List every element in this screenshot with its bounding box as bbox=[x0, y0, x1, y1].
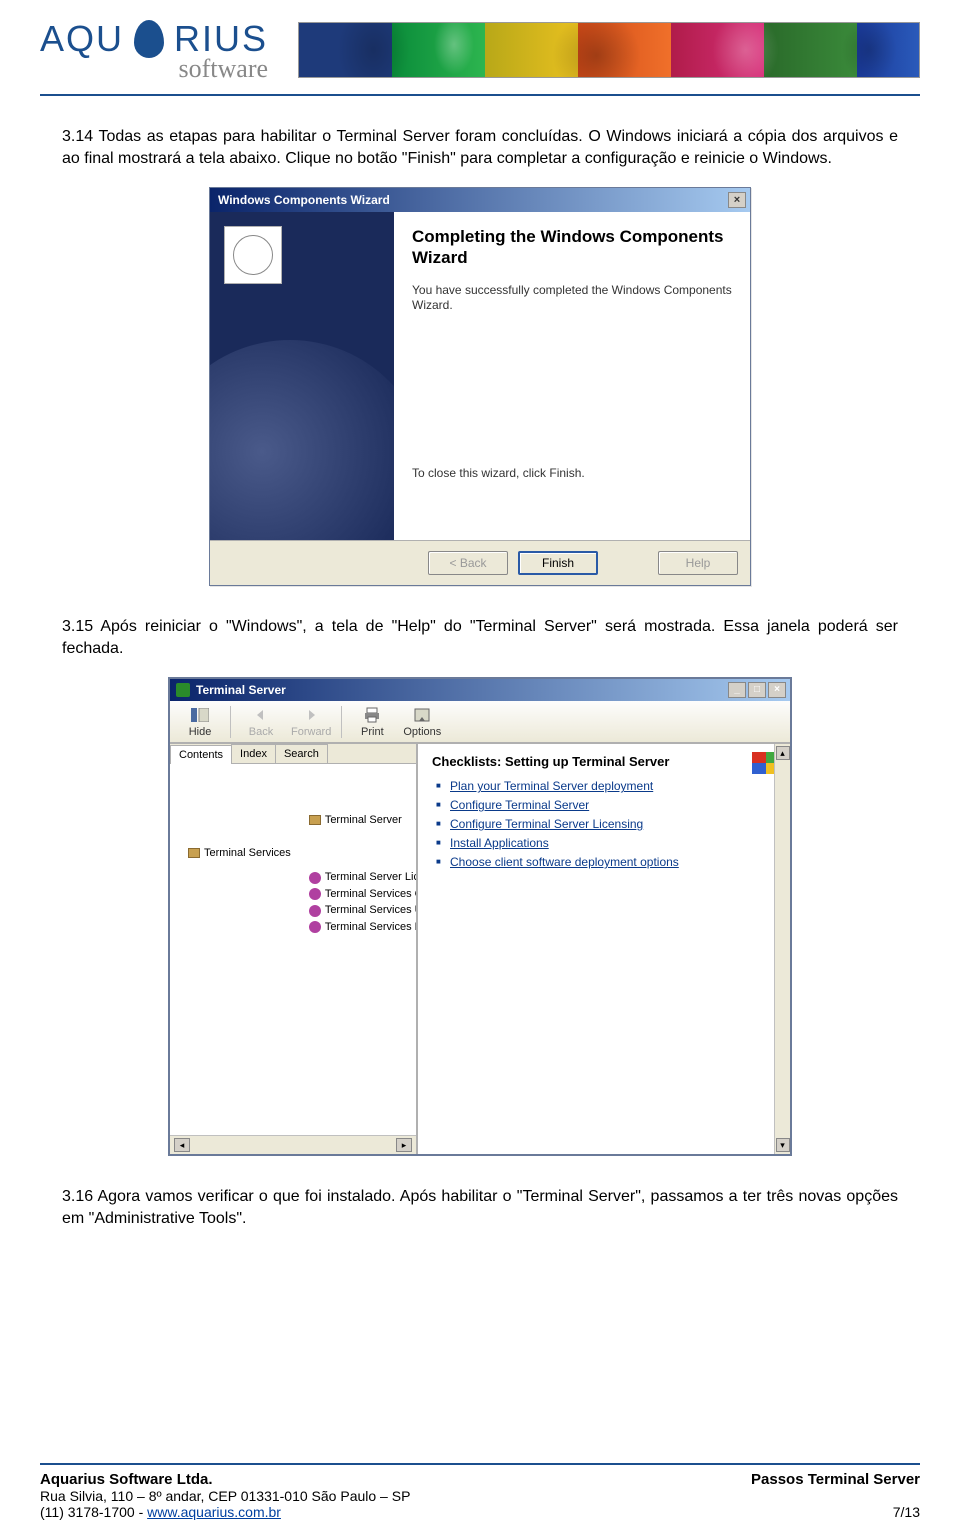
logo: AQU RIUS software bbox=[40, 18, 268, 84]
help-link[interactable]: Configure Terminal Server bbox=[436, 798, 776, 812]
page-footer: Aquarius Software Ltda. Passos Terminal … bbox=[40, 1463, 920, 1520]
wizard-text: You have successfully completed the Wind… bbox=[412, 283, 732, 314]
tab-search[interactable]: Search bbox=[275, 744, 328, 763]
app-icon bbox=[176, 683, 190, 697]
scroll-down-icon[interactable]: ▾ bbox=[776, 1138, 790, 1152]
help-toolbar: Hide Back Forward Print bbox=[170, 701, 790, 743]
page-header: AQU RIUS software bbox=[0, 0, 960, 84]
footer-divider bbox=[40, 1463, 920, 1465]
help-button: Help bbox=[658, 551, 738, 575]
help-title-text: Terminal Server bbox=[196, 683, 286, 697]
back-icon bbox=[251, 705, 271, 725]
paragraph-3-16: 3.16 Agora vamos verificar o que foi ins… bbox=[62, 1186, 898, 1229]
help-link[interactable]: Plan your Terminal Server deployment bbox=[436, 779, 776, 793]
help-titlebar[interactable]: Terminal Server _ □ × bbox=[170, 679, 790, 701]
footer-phone: (11) 3178-1700 - bbox=[40, 1504, 147, 1520]
hide-button[interactable]: Hide bbox=[176, 703, 224, 740]
minimize-icon[interactable]: _ bbox=[728, 682, 746, 698]
tab-index[interactable]: Index bbox=[231, 744, 276, 763]
help-content-pane: Checklists: Setting up Terminal Server P… bbox=[418, 744, 790, 1154]
help-nav-pane: Contents Index Search Terminal Services … bbox=[170, 744, 418, 1154]
tab-contents[interactable]: Contents bbox=[170, 745, 232, 764]
finish-button[interactable]: Finish bbox=[518, 551, 598, 575]
help-link[interactable]: Configure Terminal Server Licensing bbox=[436, 817, 776, 831]
wizard-side-art bbox=[210, 212, 394, 540]
horizontal-scrollbar[interactable]: ◂ ▸ bbox=[170, 1135, 416, 1154]
print-icon bbox=[362, 705, 382, 725]
cd-icon bbox=[224, 226, 282, 284]
logo-drop-icon bbox=[134, 20, 164, 58]
footer-company: Aquarius Software Ltda. bbox=[40, 1471, 213, 1488]
footer-address: Rua Silvia, 110 – 8º andar, CEP 01331-01… bbox=[40, 1488, 920, 1504]
back-button: Back bbox=[237, 703, 285, 740]
help-link-list: Plan your Terminal Server deployment Con… bbox=[432, 779, 776, 869]
wizard-hint: To close this wizard, click Finish. bbox=[412, 466, 585, 480]
close-icon[interactable]: × bbox=[768, 682, 786, 698]
forward-button: Forward bbox=[287, 703, 335, 740]
hide-icon bbox=[190, 705, 210, 725]
help-link[interactable]: Choose client software deployment option… bbox=[436, 855, 776, 869]
footer-doc-title: Passos Terminal Server bbox=[751, 1471, 920, 1488]
forward-icon bbox=[301, 705, 321, 725]
vertical-scrollbar[interactable]: ▴ ▾ bbox=[774, 744, 790, 1154]
help-content-heading: Checklists: Setting up Terminal Server bbox=[432, 754, 776, 769]
wizard-heading: Completing the Windows Components Wizard bbox=[412, 226, 732, 269]
footer-url-link[interactable]: www.aquarius.com.br bbox=[147, 1504, 281, 1520]
scroll-up-icon[interactable]: ▴ bbox=[776, 746, 790, 760]
help-window: Terminal Server _ □ × Hide Back bbox=[168, 677, 792, 1156]
help-link[interactable]: Install Applications bbox=[436, 836, 776, 850]
help-tree[interactable]: Terminal Services Terminal Server Checkl… bbox=[170, 764, 416, 1135]
back-button: < Back bbox=[428, 551, 508, 575]
paragraph-3-15: 3.15 Após reiniciar o "Windows", a tela … bbox=[62, 616, 898, 659]
wizard-dialog: Windows Components Wizard × Completing t… bbox=[209, 187, 751, 586]
wizard-title: Windows Components Wizard bbox=[218, 193, 390, 207]
options-button[interactable]: Options bbox=[398, 703, 446, 740]
banner-art bbox=[298, 22, 920, 78]
help-tabs: Contents Index Search bbox=[170, 744, 416, 764]
logo-subtitle: software bbox=[40, 54, 268, 84]
scroll-right-icon[interactable]: ▸ bbox=[396, 1138, 412, 1152]
print-button[interactable]: Print bbox=[348, 703, 396, 740]
paragraph-3-14: 3.14 Todas as etapas para habilitar o Te… bbox=[62, 126, 898, 169]
close-icon[interactable]: × bbox=[728, 192, 746, 208]
options-icon bbox=[412, 705, 432, 725]
footer-page-number: 7/13 bbox=[893, 1504, 920, 1520]
wizard-titlebar[interactable]: Windows Components Wizard × bbox=[210, 188, 750, 212]
scroll-left-icon[interactable]: ◂ bbox=[174, 1138, 190, 1152]
maximize-icon[interactable]: □ bbox=[748, 682, 766, 698]
